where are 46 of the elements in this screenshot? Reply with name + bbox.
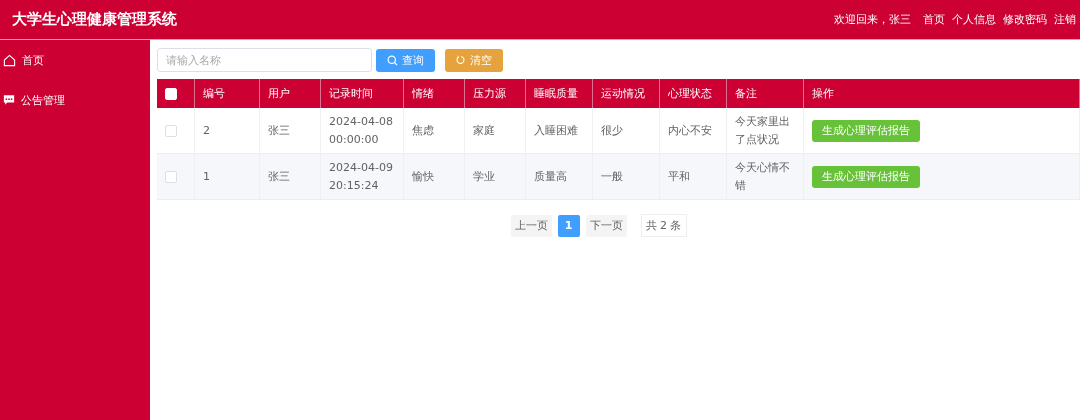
column-header: 备注 [726,79,804,108]
table-cell: 今天家里出了点状况 [726,108,804,154]
refresh-icon [456,55,466,65]
table-cell: 学业 [464,153,526,200]
home-icon [3,53,16,67]
sidebar-item[interactable]: 首页 [0,50,150,70]
table-cell: 2024-04-08 00:00:00 [320,108,404,154]
table-cell: 今天心情不错 [726,153,804,200]
table-cell: 家庭 [464,108,526,154]
table-cell: 愉快 [403,153,465,200]
table-cell: 焦虑 [403,108,465,154]
column-header: 心理状态 [659,79,727,108]
table-cell: 一般 [592,153,660,200]
column-header: 情绪 [403,79,465,108]
next-page-button[interactable]: 下一页 [585,214,627,237]
nav-link[interactable]: 注销 [1054,12,1076,27]
column-header: 运动情况 [592,79,660,108]
table-cell: 2024-04-09 20:15:24 [320,153,404,200]
column-header: 压力源 [464,79,526,108]
search-icon [387,54,398,66]
column-header: 记录时间 [320,79,404,108]
welcome-text: 欢迎回来，张三 [834,12,911,27]
table-cell: 入睡困难 [525,108,593,154]
column-header: 编号 [194,79,260,108]
nav-link[interactable]: 首页 [923,12,945,27]
nav-link[interactable]: 修改密码 [1003,12,1047,27]
checkbox[interactable] [165,124,177,137]
sidebar-item[interactable]: 公告管理 [0,90,150,110]
chat-icon [3,94,15,106]
column-header: 用户 [259,79,321,108]
table-cell: 质量高 [525,153,593,200]
table-cell: 张三 [259,153,321,200]
table-cell: 内心不安 [659,108,727,154]
nav-link[interactable]: 个人信息 [952,12,996,27]
table-cell: 1 [194,153,260,200]
column-header: 睡眠质量 [525,79,593,108]
table-cell: 很少 [592,108,660,154]
search-field[interactable]: 请输入名称 [157,48,372,72]
column-header: 操作 [803,79,1080,108]
table-cell: 平和 [659,153,727,200]
table-cell: 2 [194,108,260,154]
table-cell: 张三 [259,108,321,154]
app-title: 大学生心理健康管理系统 [12,10,177,29]
previous-page-button[interactable]: 上一页 [510,214,552,237]
total-count: 共 2 条 [640,214,687,237]
checkbox[interactable] [165,170,177,183]
